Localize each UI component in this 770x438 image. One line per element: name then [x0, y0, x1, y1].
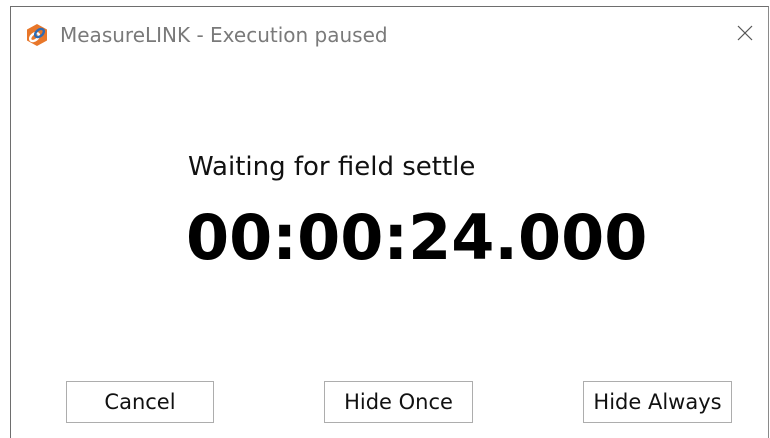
dialog-window: MeasureLINK - Execution paused Waiting f…: [10, 6, 769, 438]
window-title: MeasureLINK - Execution paused: [60, 23, 388, 47]
hide-always-button[interactable]: Hide Always: [583, 381, 732, 423]
title-bar[interactable]: MeasureLINK - Execution paused: [11, 7, 768, 63]
measurelink-logo-icon: [25, 23, 49, 47]
hide-once-button[interactable]: Hide Once: [324, 381, 473, 423]
cancel-button[interactable]: Cancel: [66, 381, 214, 423]
countdown-timer: 00:00:24.000: [186, 201, 648, 274]
close-button[interactable]: [724, 15, 766, 55]
status-message: Waiting for field settle: [188, 152, 476, 182]
close-icon[interactable]: [737, 25, 753, 45]
